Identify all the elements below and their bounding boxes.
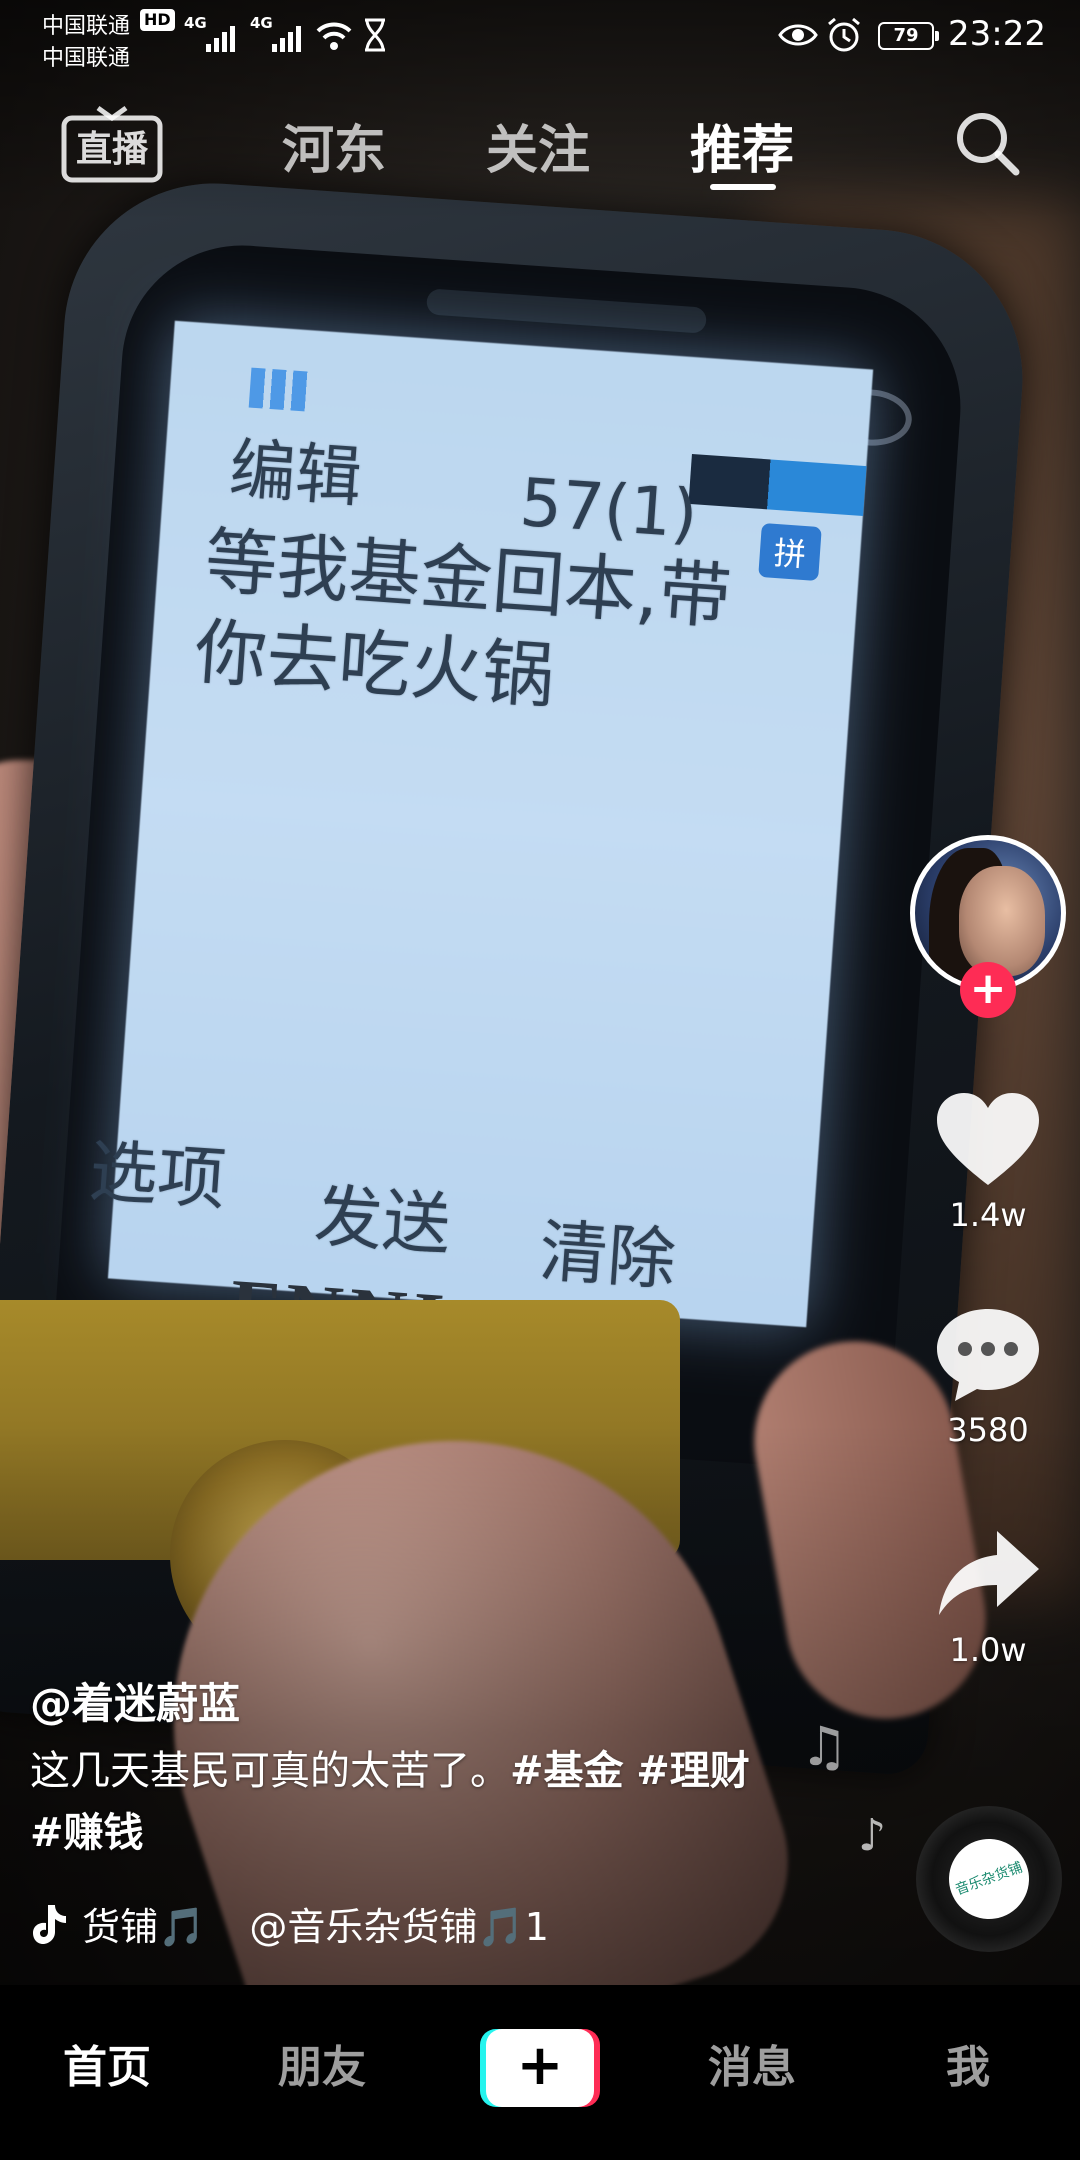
tab-local[interactable]: 河东 (282, 108, 386, 183)
signal-icon-1: 4G (184, 14, 244, 52)
music-note-icon: ♫ (800, 1715, 849, 1778)
follow-button[interactable]: + (960, 962, 1016, 1018)
music-disc[interactable]: 音乐杂货铺 (916, 1806, 1062, 1952)
alarm-icon (828, 17, 860, 52)
hashtag-fund[interactable]: #基金 (510, 1748, 624, 1794)
music-title-segment-2: @音乐杂货铺🎵1 (249, 1905, 549, 1949)
carrier-2: 中国联通 (42, 46, 131, 71)
sms-softkey-clear: 清除 (536, 1212, 679, 1301)
active-tab-indicator (710, 184, 776, 190)
comment-icon (937, 1309, 1039, 1401)
sms-softkey-send: 发送 (311, 1177, 454, 1266)
tab-following[interactable]: 关注 (486, 108, 590, 183)
hashtag-finance[interactable]: #理财 (636, 1748, 750, 1794)
signal-icon-2: 4G (250, 14, 310, 52)
tab-messages[interactable]: 消息 (708, 2031, 796, 2095)
music-disc-label: 音乐杂货铺 (937, 1827, 1041, 1931)
music-note-icon-small: ♪ (858, 1810, 887, 1861)
tab-recommended[interactable]: 推荐 (690, 108, 794, 183)
live-label: 直播 (75, 129, 148, 170)
search-icon[interactable] (952, 108, 1022, 178)
eye-icon (778, 24, 818, 46)
heart-icon (937, 1093, 1039, 1185)
plus-icon: + (516, 2033, 564, 2098)
like-count: 1.4w (949, 1196, 1027, 1234)
carrier-1: 中国联通 (42, 14, 131, 39)
share-button[interactable]: 1.0w (920, 1525, 1056, 1669)
caption-text: 这几天基民可真的太苦了。 (30, 1748, 510, 1794)
music-info[interactable]: 货铺🎵 @音乐杂货铺🎵1 (30, 1896, 590, 1952)
like-button[interactable]: 1.4w (920, 1090, 1056, 1234)
tiktok-note-icon (33, 1904, 66, 1944)
sms-signal-icon (248, 367, 322, 413)
tab-friends[interactable]: 朋友 (278, 2031, 366, 2095)
author-name[interactable]: @着迷蔚蓝 (30, 1670, 240, 1731)
avatar-face (959, 866, 1045, 976)
hashtag-earn-money[interactable]: #赚钱 (30, 1810, 144, 1856)
create-button[interactable]: + (480, 2029, 600, 2107)
share-icon (939, 1531, 1039, 1615)
sms-input-mode: 拼 (758, 522, 822, 582)
comment-button[interactable]: 3580 (920, 1305, 1056, 1449)
hourglass-icon (365, 18, 385, 52)
top-navigation: 直播 河东 关注 推荐 (0, 96, 1080, 206)
status-bar: 中国联通 中国联通 HD 4G 4G 79 23:22 (0, 0, 1080, 71)
battery-indicator: 79 (878, 22, 939, 50)
share-count: 1.0w (949, 1631, 1027, 1669)
music-title-segment-1: 货铺🎵 (82, 1905, 206, 1949)
sms-softkey-options: 选项 (86, 1132, 229, 1221)
tab-home[interactable]: 首页 (63, 2031, 151, 2095)
wifi-icon (316, 22, 352, 50)
tab-me[interactable]: 我 (946, 2031, 990, 2095)
live-button[interactable]: 直播 (60, 104, 164, 184)
post-caption: 这几天基民可真的太苦了。#基金 #理财 #赚钱 (30, 1740, 790, 1864)
bottom-tab-bar: 首页 朋友 + 消息 我 (0, 1985, 1080, 2160)
comment-count: 3580 (947, 1411, 1029, 1449)
hd-badge: HD (140, 9, 175, 31)
status-clock: 23:22 (948, 14, 1046, 54)
